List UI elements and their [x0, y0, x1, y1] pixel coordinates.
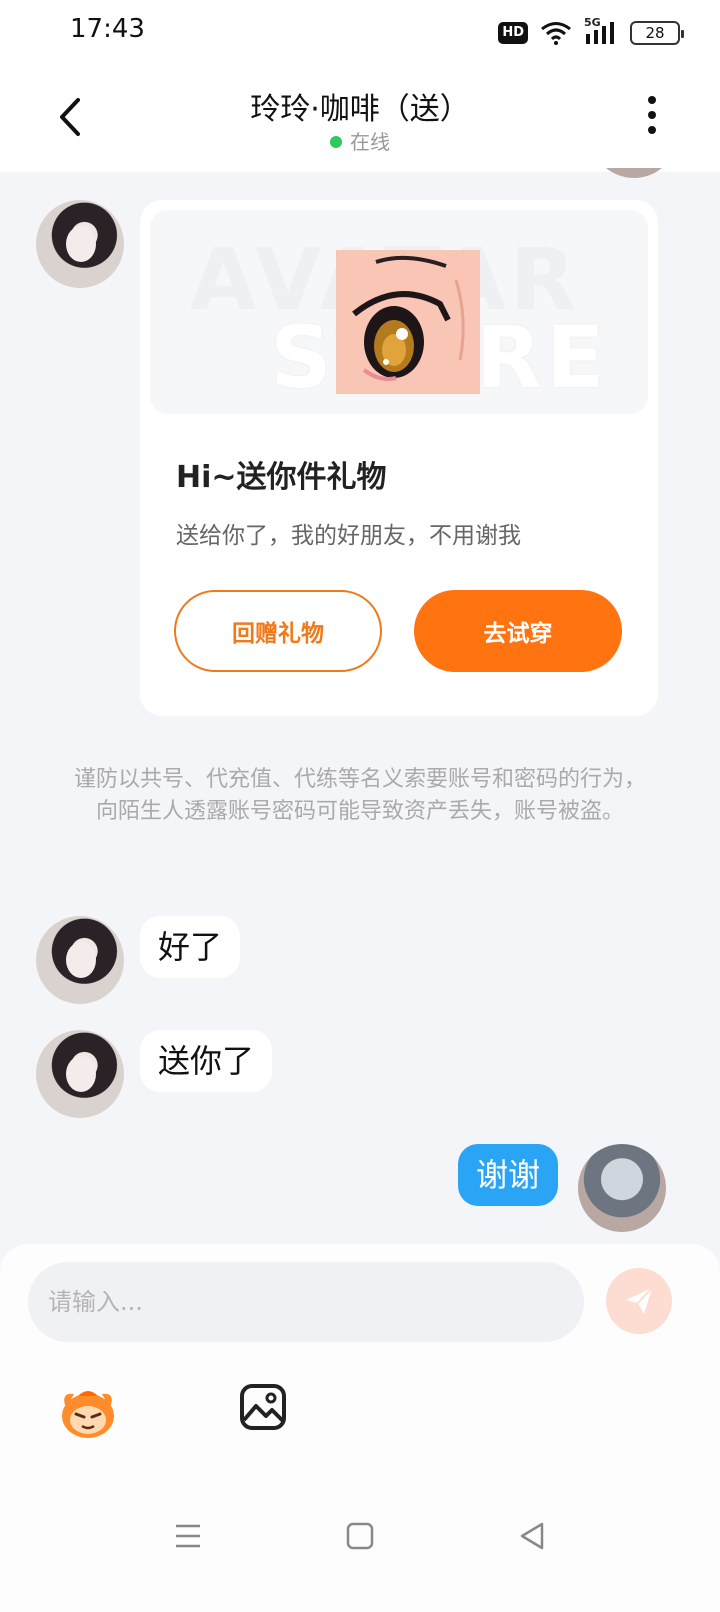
- gift-title: Hi~送你件礼物: [176, 460, 387, 495]
- send-button[interactable]: [606, 1268, 672, 1334]
- back-triangle-icon: [520, 1522, 544, 1550]
- status-icons: HD 5G 28: [498, 16, 684, 48]
- online-dot-icon: [330, 136, 342, 148]
- avatar[interactable]: [36, 200, 124, 288]
- gift-card[interactable]: AVATAR STORE Hi~送你件礼物 送给你了，我的好朋友，不用谢我 回赠…: [140, 200, 658, 716]
- send-icon: [626, 1287, 653, 1314]
- image-icon: [240, 1384, 286, 1430]
- online-status-label: 在线: [350, 130, 390, 154]
- nav-home-button[interactable]: [342, 1518, 378, 1554]
- gift-banner: AVATAR STORE: [150, 210, 648, 414]
- wifi-icon: [541, 22, 571, 45]
- image-button[interactable]: [238, 1382, 288, 1432]
- status-time: 17:43: [70, 14, 145, 44]
- gift-description: 送给你了，我的好朋友，不用谢我: [176, 523, 521, 549]
- more-vertical-icon: [648, 96, 656, 104]
- home-square-icon: [346, 1522, 374, 1550]
- battery-icon: 28: [630, 21, 684, 45]
- return-gift-button[interactable]: 回赠礼物: [174, 590, 382, 672]
- chat-header: 玲玲·咖啡（送） 在线: [0, 64, 720, 172]
- message-input[interactable]: 请输入...: [28, 1262, 584, 1342]
- system-nav-bar: [0, 1490, 720, 1580]
- nav-back-button[interactable]: [514, 1518, 550, 1554]
- message-bubble[interactable]: 送你了: [140, 1030, 273, 1092]
- security-notice: 谨防以共号、代充值、代练等名义索要账号和密码的行为，向陌生人透露账号密码可能导致…: [73, 767, 646, 824]
- hd-icon: HD: [498, 22, 528, 44]
- message-bubble[interactable]: 好了: [140, 916, 241, 978]
- avatar[interactable]: [578, 1144, 666, 1232]
- menu-icon: [176, 1524, 200, 1548]
- avatar[interactable]: [36, 1030, 124, 1118]
- message-bubble-self[interactable]: 谢谢: [457, 1144, 558, 1206]
- emoji-button[interactable]: [56, 1384, 120, 1440]
- try-on-button[interactable]: 去试穿: [414, 590, 622, 672]
- chat-title: 玲玲·咖啡（送）: [250, 92, 470, 127]
- status-bar: 17:43 HD 5G 28: [0, 0, 720, 64]
- nav-menu-button[interactable]: [170, 1518, 206, 1554]
- emoji-mascot-icon: [62, 1391, 114, 1438]
- avatar[interactable]: [36, 916, 124, 1004]
- more-options-button[interactable]: [640, 96, 664, 140]
- gift-item-image: [336, 250, 480, 394]
- cellular-icon: 5G: [584, 16, 618, 46]
- online-status: 在线: [0, 126, 720, 155]
